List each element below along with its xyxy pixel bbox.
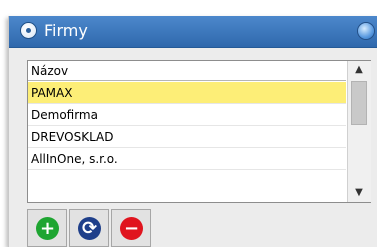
list-item[interactable]: PAMAX [28, 82, 346, 104]
list-item[interactable]: DREVOSKLAD [28, 126, 346, 148]
list-item[interactable]: AllInOne, s.r.o. [28, 148, 346, 170]
scroll-up-button[interactable]: ▲ [348, 61, 370, 79]
refresh-button[interactable]: ⟳ [69, 209, 109, 247]
column-header-nazov[interactable]: Názov [28, 61, 346, 81]
globe-icon[interactable] [358, 23, 374, 39]
company-list: Názov PAMAX Demofirma DREVOSKLAD AllInOn… [27, 60, 371, 203]
plus-icon: + [36, 217, 59, 240]
window-title: Firmy [44, 21, 88, 40]
title-bar[interactable]: Firmy [9, 16, 377, 48]
list-item[interactable]: Demofirma [28, 104, 346, 126]
scroll-thumb[interactable] [351, 81, 367, 125]
firmy-window: Firmy Názov PAMAX Demofirma DREVOSKLAD A… [8, 16, 377, 247]
vertical-scrollbar[interactable]: ▲ ▼ [347, 61, 371, 202]
remove-button[interactable]: − [111, 209, 151, 247]
refresh-icon: ⟳ [78, 217, 101, 240]
minus-icon: − [120, 217, 143, 240]
add-button[interactable]: + [27, 209, 67, 247]
scroll-down-button[interactable]: ▼ [348, 184, 370, 202]
app-icon [21, 23, 36, 38]
